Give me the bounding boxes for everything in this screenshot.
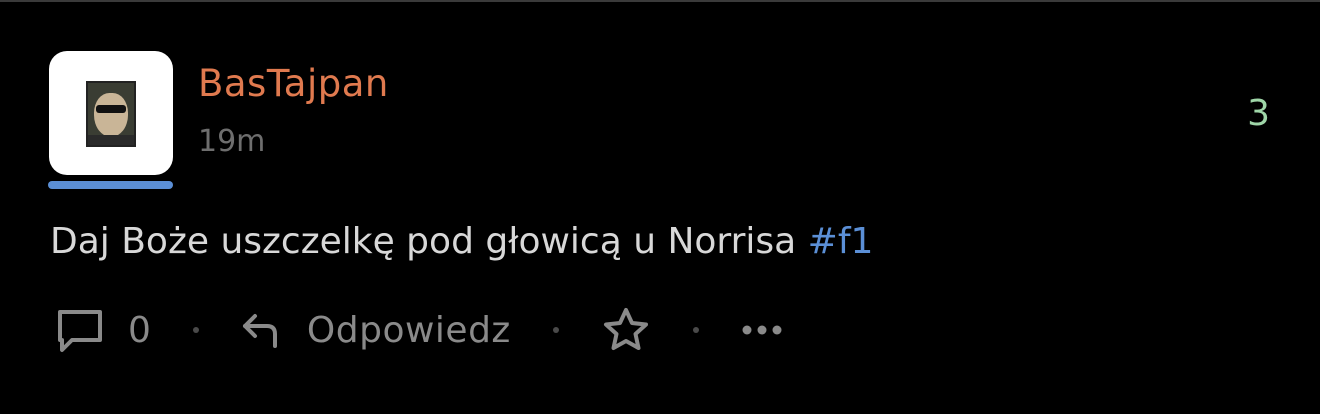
separator-dot bbox=[192, 327, 199, 333]
separator-dot bbox=[552, 327, 559, 333]
more-icon bbox=[741, 324, 783, 336]
comment-count: 0 bbox=[128, 309, 151, 351]
comment-icon bbox=[54, 306, 106, 354]
more-options-button[interactable] bbox=[741, 324, 783, 336]
post-card: BasTajpan 19m 3 Daj Boże uszczelkę pod g… bbox=[0, 0, 1320, 414]
post-text: Daj Boże uszczelkę pod głowicą u Norrisa bbox=[50, 221, 808, 262]
post-body: Daj Boże uszczelkę pod głowicą u Norrisa… bbox=[50, 220, 873, 263]
avatar-image bbox=[86, 81, 136, 147]
post-score: 3 bbox=[1247, 93, 1270, 134]
comments-button[interactable]: 0 bbox=[54, 306, 151, 354]
reply-label: Odpowiedz bbox=[306, 309, 511, 351]
star-icon bbox=[601, 306, 651, 354]
avatar-online-indicator bbox=[48, 181, 173, 189]
hashtag-link[interactable]: #f1 bbox=[808, 221, 874, 262]
reply-icon bbox=[241, 310, 281, 350]
action-bar: 0 Odpowiedz bbox=[54, 305, 783, 355]
post-timestamp[interactable]: 19m bbox=[198, 127, 265, 157]
author-name[interactable]: BasTajpan bbox=[198, 65, 389, 102]
reply-button[interactable]: Odpowiedz bbox=[241, 310, 511, 351]
avatar[interactable] bbox=[49, 51, 173, 175]
separator-dot bbox=[692, 327, 699, 333]
save-button[interactable] bbox=[601, 306, 651, 354]
